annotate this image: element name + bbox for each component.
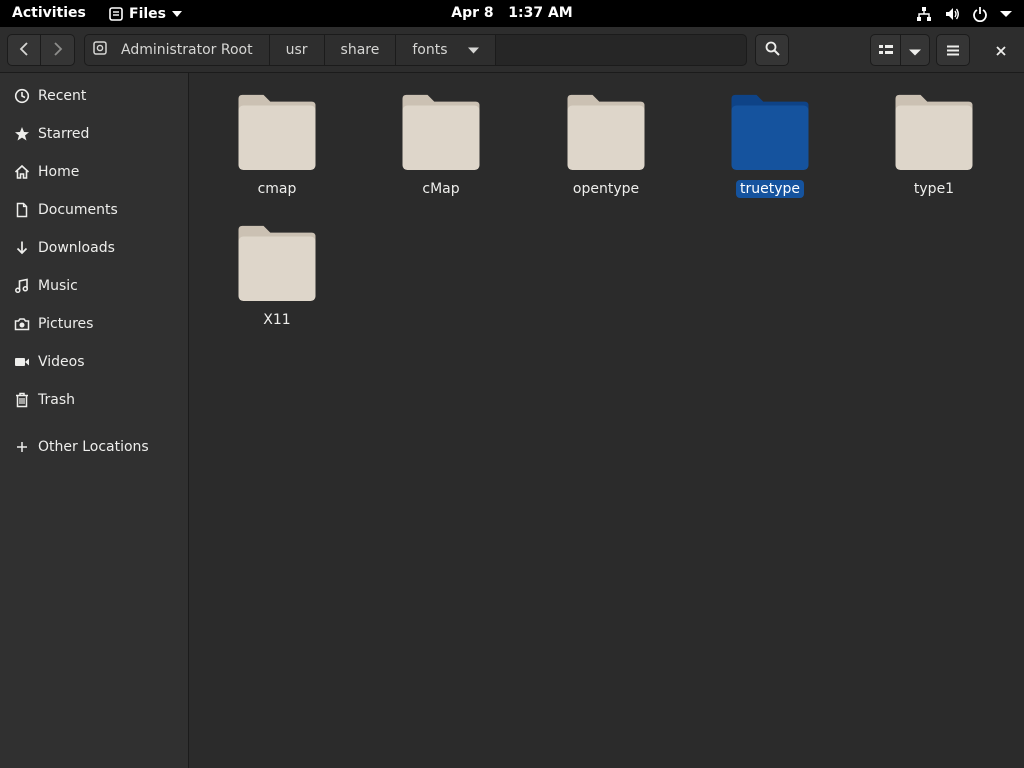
window-close-button[interactable] [985, 34, 1017, 66]
video-icon [14, 354, 30, 370]
clock-time: 1:37 AM [508, 5, 573, 21]
forward-button[interactable] [41, 34, 75, 66]
trash-icon [14, 392, 30, 408]
folder-name: X11 [263, 312, 291, 328]
breadcrumb-label: usr [285, 42, 308, 58]
sidebar-item-label: Trash [38, 392, 75, 408]
sidebar-item-trash[interactable]: Trash [0, 381, 188, 419]
chevron-left-icon [19, 41, 29, 60]
folder-item[interactable]: opentype [541, 73, 671, 198]
folder-name: cmap [257, 181, 297, 197]
power-icon [972, 6, 988, 22]
folder-name: truetype [735, 180, 804, 198]
folder-item[interactable]: X11 [212, 204, 342, 329]
sidebar-item-documents[interactable]: Documents [0, 191, 188, 229]
folder-item[interactable]: cmap [212, 73, 342, 198]
sidebar-item-starred[interactable]: Starred [0, 115, 188, 153]
app-menu-label: Files [129, 5, 166, 22]
folder-icon [895, 94, 973, 170]
breadcrumb-label: fonts [412, 42, 448, 58]
plus-icon [14, 439, 30, 455]
search-button[interactable] [755, 34, 789, 66]
folder-icon [731, 94, 809, 170]
folder-item[interactable]: cMap [376, 73, 506, 198]
breadcrumb-label: Administrator Root [121, 42, 253, 58]
view-mode-button[interactable] [870, 34, 901, 66]
star-icon [14, 126, 30, 142]
sidebar-item-label: Documents [38, 202, 118, 218]
sidebar-item-videos[interactable]: Videos [0, 343, 188, 381]
clock-button[interactable]: Apr 8 1:37 AM [451, 5, 572, 21]
activities-button[interactable]: Activities [12, 0, 86, 27]
top-bar: Activities Files Apr 8 1:37 AM [0, 0, 1024, 27]
main-menu-button[interactable] [936, 34, 970, 66]
header-bar: Administrator Root usr share fonts [0, 27, 1024, 73]
sidebar-item-label: Videos [38, 354, 85, 370]
system-tray[interactable] [916, 0, 1012, 27]
chevron-down-icon [1000, 10, 1012, 18]
folder-item[interactable]: type1 [869, 73, 999, 198]
home-icon [14, 164, 30, 180]
close-icon [996, 41, 1006, 60]
drive-icon [93, 41, 107, 59]
download-icon [14, 240, 30, 256]
sidebar-item-music[interactable]: Music [0, 267, 188, 305]
folder-icon [238, 225, 316, 301]
sidebar-item-label: Pictures [38, 316, 94, 332]
network-icon [916, 6, 932, 22]
list-view-icon [878, 41, 893, 60]
chevron-down-icon [172, 10, 182, 18]
breadcrumb-share[interactable]: share [324, 35, 397, 65]
sidebar-item-downloads[interactable]: Downloads [0, 229, 188, 267]
volume-icon [944, 6, 960, 22]
sidebar-item-label: Recent [38, 88, 87, 104]
path-bar: Administrator Root usr share fonts [84, 34, 747, 66]
music-icon [14, 278, 30, 294]
folder-item-selected[interactable]: truetype [705, 73, 835, 198]
sidebar-item-label: Starred [38, 126, 90, 142]
file-view[interactable]: cmap cMap opentype truetype type1 X11 [190, 73, 1024, 768]
back-button[interactable] [7, 34, 41, 66]
sidebar: Recent Starred Home Documents Downloads … [0, 73, 189, 768]
folder-name: type1 [913, 181, 955, 197]
sidebar-item-label: Downloads [38, 240, 115, 256]
sidebar-item-label: Other Locations [38, 439, 149, 455]
breadcrumb-administrator-root[interactable]: Administrator Root [85, 35, 270, 65]
folder-icon [402, 94, 480, 170]
sidebar-item-pictures[interactable]: Pictures [0, 305, 188, 343]
sidebar-item-other-locations[interactable]: Other Locations [0, 428, 188, 466]
chevron-down-icon [467, 42, 479, 58]
camera-icon [14, 316, 30, 332]
sidebar-item-home[interactable]: Home [0, 153, 188, 191]
folder-name: opentype [572, 181, 640, 197]
chevron-down-icon [909, 41, 921, 60]
clock-icon [14, 88, 30, 104]
chevron-right-icon [53, 41, 63, 60]
folder-name: cMap [422, 181, 460, 197]
clock-date: Apr 8 [451, 5, 494, 21]
breadcrumb-fonts[interactable]: fonts [396, 35, 496, 65]
breadcrumb-label: share [340, 42, 380, 58]
folder-icon [567, 94, 645, 170]
breadcrumb-usr[interactable]: usr [269, 35, 325, 65]
search-icon [765, 41, 780, 60]
sidebar-item-recent[interactable]: Recent [0, 77, 188, 115]
files-app-icon [109, 6, 123, 21]
hamburger-menu-icon [947, 41, 959, 60]
sidebar-item-label: Music [38, 278, 78, 294]
sidebar-item-label: Home [38, 164, 80, 180]
document-icon [14, 202, 30, 218]
view-options-button[interactable] [901, 34, 930, 66]
folder-icon [238, 94, 316, 170]
app-menu-files[interactable]: Files [109, 0, 182, 27]
